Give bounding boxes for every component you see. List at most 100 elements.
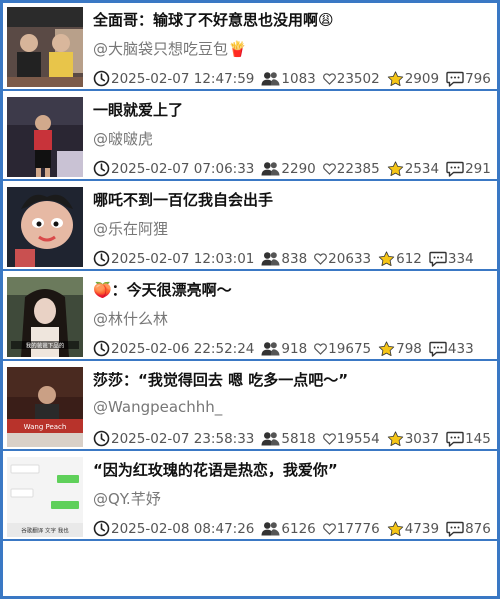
star-icon bbox=[387, 160, 405, 177]
publish-time: 2025-02-07 23:58:33 bbox=[93, 430, 254, 447]
users-icon bbox=[261, 521, 281, 536]
video-stats: 2025-02-07 23:58:33 5818 19554 3037 145 bbox=[93, 430, 493, 447]
comment-icon bbox=[446, 71, 465, 87]
cartoon-character-thumbnail[interactable] bbox=[7, 187, 83, 267]
comments-count: 291 bbox=[446, 161, 491, 177]
comment-icon bbox=[429, 341, 448, 357]
portrait-thumbnail[interactable]: 我的爸爸下品的 bbox=[7, 277, 83, 357]
likes-count: 22385 bbox=[322, 160, 380, 177]
video-title[interactable]: 哪吒不到一百亿我自会出手 bbox=[93, 189, 491, 210]
video-card[interactable]: 哪吒不到一百亿我自会出手 @乐在阿狸 2025-02-07 12:03:01 8… bbox=[3, 183, 497, 271]
viewers-count: 1083 bbox=[261, 70, 316, 87]
viewers-value: 6126 bbox=[281, 520, 316, 537]
favorites-value: 612 bbox=[396, 250, 422, 267]
clock-icon bbox=[93, 520, 111, 537]
video-card[interactable]: 全面哥：输球了不好意思也没用啊😩 @大脑袋只想吃豆包🍟 2025-02-07 1… bbox=[3, 3, 497, 91]
author-name[interactable]: @QY.芊妤 bbox=[93, 488, 491, 509]
favorites-value: 4739 bbox=[404, 520, 440, 537]
favorites-value: 3037 bbox=[404, 430, 440, 447]
heart-icon bbox=[322, 162, 337, 175]
comment-icon bbox=[446, 161, 465, 177]
favorites-count: 3037 bbox=[387, 431, 439, 447]
svg-text:Wang Peach: Wang Peach bbox=[24, 423, 67, 431]
likes-value: 19554 bbox=[336, 430, 380, 447]
video-title[interactable]: 一眼就爱上了 bbox=[93, 99, 491, 120]
video-stats: 2025-02-07 12:47:59 1083 23502 2909 796 bbox=[93, 70, 493, 87]
author-name[interactable]: @Wangpeachhh_ bbox=[93, 398, 491, 416]
publish-time: 2025-02-07 07:06:33 bbox=[93, 160, 254, 177]
comments-count: 876 bbox=[446, 521, 491, 537]
favorites-count: 612 bbox=[378, 251, 422, 267]
star-icon bbox=[378, 340, 396, 357]
comments-value: 433 bbox=[447, 340, 474, 357]
dinner-scene-thumbnail[interactable]: Wang Peach bbox=[7, 367, 83, 447]
favorites-value: 2909 bbox=[404, 70, 440, 87]
chat-screenshot-thumbnail[interactable]: 谷歌翻译 文字 我也 bbox=[7, 457, 83, 537]
comments-count: 433 bbox=[429, 341, 474, 357]
person-thumbnail[interactable] bbox=[7, 97, 83, 177]
likes-count: 17776 bbox=[322, 520, 380, 537]
svg-text:谷歌翻译 文字 我也: 谷歌翻译 文字 我也 bbox=[21, 527, 69, 535]
clock-icon bbox=[93, 340, 111, 357]
publish-time-value: 2025-02-07 12:03:01 bbox=[111, 250, 255, 267]
publish-time: 2025-02-07 12:03:01 bbox=[93, 250, 254, 267]
author-name[interactable]: @林什么林 bbox=[93, 308, 491, 329]
favorites-value: 798 bbox=[396, 340, 422, 357]
likes-count: 19554 bbox=[322, 430, 380, 447]
comment-icon bbox=[446, 431, 465, 447]
heart-icon bbox=[322, 522, 337, 535]
users-icon bbox=[261, 251, 281, 266]
users-icon bbox=[261, 161, 281, 176]
comment-icon bbox=[446, 521, 465, 537]
studio-scene-thumbnail[interactable] bbox=[7, 7, 83, 87]
star-icon bbox=[387, 520, 405, 537]
viewers-count: 2290 bbox=[261, 161, 316, 177]
video-card[interactable]: 一眼就爱上了 @啵啵虎 2025-02-07 07:06:33 2290 223… bbox=[3, 93, 497, 181]
video-card[interactable]: 我的爸爸下品的 🍑：今天很漂亮啊～ @林什么林 2025-02-06 22:52… bbox=[3, 273, 497, 361]
video-title[interactable]: 🍑：今天很漂亮啊～ bbox=[93, 279, 491, 300]
comments-value: 796 bbox=[465, 70, 491, 87]
publish-time-value: 2025-02-07 07:06:33 bbox=[111, 160, 255, 177]
author-name[interactable]: @乐在阿狸 bbox=[93, 218, 491, 239]
video-stats: 2025-02-07 12:03:01 838 20633 612 334 bbox=[93, 250, 493, 267]
video-title[interactable]: 莎莎：“我觉得回去 嗯 吃多一点吧～” bbox=[93, 369, 491, 390]
comments-count: 796 bbox=[446, 71, 491, 87]
svg-text:我的爸爸下品的: 我的爸爸下品的 bbox=[26, 342, 65, 350]
comments-value: 876 bbox=[465, 520, 491, 537]
clock-icon bbox=[93, 250, 111, 267]
viewers-count: 918 bbox=[261, 341, 307, 357]
likes-value: 20633 bbox=[328, 250, 372, 267]
viewers-value: 918 bbox=[281, 340, 308, 357]
likes-count: 23502 bbox=[322, 70, 380, 87]
clock-icon bbox=[93, 430, 111, 447]
likes-value: 22385 bbox=[336, 160, 380, 177]
publish-time-value: 2025-02-07 12:47:59 bbox=[111, 70, 255, 87]
author-name[interactable]: @大脑袋只想吃豆包🍟 bbox=[93, 38, 491, 59]
users-icon bbox=[261, 341, 281, 356]
video-title[interactable]: 全面哥：输球了不好意思也没用啊😩 bbox=[93, 9, 491, 30]
heart-icon bbox=[314, 342, 328, 355]
video-stats: 2025-02-08 08:47:26 6126 17776 4739 876 bbox=[93, 520, 493, 537]
users-icon bbox=[261, 71, 281, 86]
likes-value: 23502 bbox=[336, 70, 380, 87]
viewers-count: 6126 bbox=[261, 520, 316, 537]
favorites-value: 2534 bbox=[404, 160, 440, 177]
video-card[interactable]: Wang Peach 莎莎：“我觉得回去 嗯 吃多一点吧～” @Wangpeac… bbox=[3, 363, 497, 451]
favorites-count: 798 bbox=[378, 341, 422, 357]
publish-time-value: 2025-02-08 08:47:26 bbox=[111, 520, 255, 537]
comments-value: 145 bbox=[465, 430, 491, 447]
likes-value: 17776 bbox=[336, 520, 380, 537]
video-stats: 2025-02-07 07:06:33 2290 22385 2534 291 bbox=[93, 160, 493, 177]
video-stats: 2025-02-06 22:52:24 918 19675 798 433 bbox=[93, 340, 493, 357]
viewers-value: 1083 bbox=[281, 70, 316, 87]
video-title[interactable]: “因为红玫瑰的花语是热恋，我爱你” bbox=[93, 459, 491, 480]
comment-icon bbox=[429, 251, 448, 267]
viewers-count: 5818 bbox=[261, 431, 316, 447]
video-list: 全面哥：输球了不好意思也没用啊😩 @大脑袋只想吃豆包🍟 2025-02-07 1… bbox=[3, 3, 497, 596]
video-card[interactable]: 谷歌翻译 文字 我也 “因为红玫瑰的花语是热恋，我爱你” @QY.芊妤 2025… bbox=[3, 453, 497, 541]
likes-value: 19675 bbox=[328, 340, 372, 357]
author-name[interactable]: @啵啵虎 bbox=[93, 128, 491, 149]
star-icon bbox=[387, 70, 405, 87]
users-icon bbox=[261, 431, 281, 446]
star-icon bbox=[378, 250, 396, 267]
